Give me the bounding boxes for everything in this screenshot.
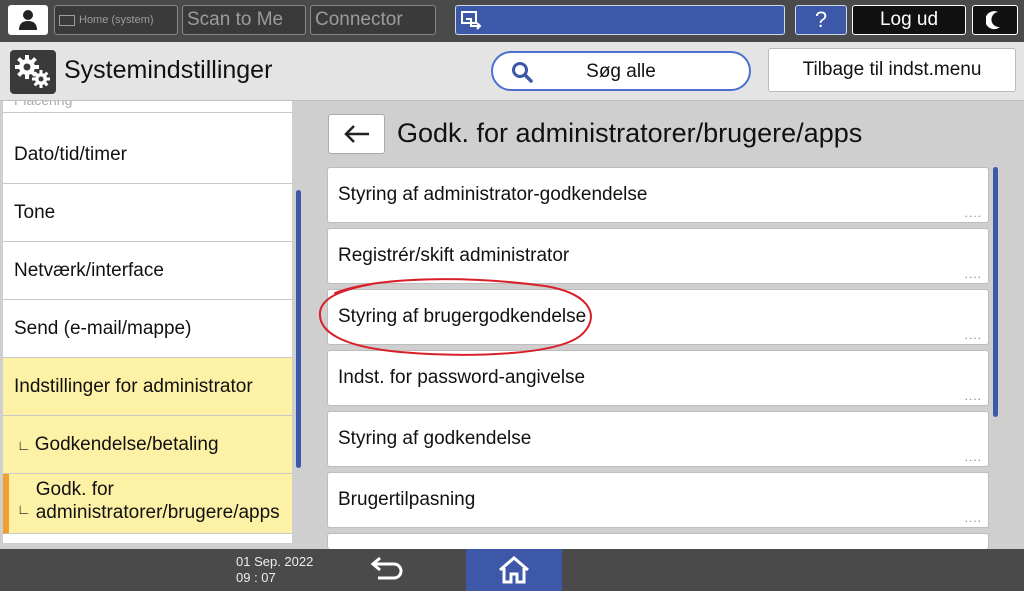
subitem-corner-icon: ∟ (17, 501, 31, 517)
more-indicator: .... (964, 450, 982, 464)
menu-item-password-entry-settings[interactable]: Indst. for password-angivelse .... (327, 350, 989, 406)
home-icon (499, 556, 529, 584)
connector-label: Connector (315, 9, 403, 30)
search-all-button[interactable]: Søg alle (491, 51, 751, 91)
scan-to-me-shortcut[interactable]: Scan to Me (182, 5, 306, 35)
sidebar-item-label: Godkendelse/betaling (34, 433, 219, 455)
sidebar-item-network[interactable]: Netværk/interface (3, 242, 292, 300)
screen-switch-icon (461, 11, 482, 30)
sidebar-item-placering[interactable]: Placering (3, 101, 292, 113)
menu-item-register-change-admin[interactable]: Registrér/skift administrator .... (327, 228, 989, 284)
more-indicator: .... (964, 267, 982, 281)
menu-item-user-customization[interactable]: Brugertilpasning .... (327, 472, 989, 528)
keyboard-icon (59, 14, 75, 26)
energy-saver-button[interactable] (972, 5, 1018, 35)
home-system-shortcut[interactable]: Home (system) (54, 5, 178, 35)
search-all-label: Søg alle (586, 61, 656, 82)
return-arrow-icon (370, 556, 403, 580)
user-button[interactable] (8, 5, 48, 35)
menu-item-label: Brugertilpasning (338, 489, 476, 510)
subitem-corner-icon: ∟ (17, 436, 31, 453)
current-time: 09 : 07 (236, 570, 276, 585)
more-indicator: .... (964, 389, 982, 403)
sidebar-item-admin-settings[interactable]: Indstillinger for administrator (3, 358, 292, 416)
moon-icon (986, 11, 1000, 30)
home-button[interactable] (466, 549, 562, 591)
home-system-label: Home (system) (79, 14, 154, 26)
arrow-left-icon (343, 125, 369, 143)
scan-to-me-label: Scan to Me (187, 9, 284, 30)
back-to-settings-menu-button[interactable]: Tilbage til indst.menu (768, 48, 1016, 92)
menu-item-admin-auth-management[interactable]: Styring af administrator-godkendelse ...… (327, 167, 989, 223)
header-bar: Systemindstillinger Søg alle Tilbage til… (0, 42, 1024, 101)
sidebar-item-auth-admins-users-apps[interactable]: ∟ Godk. for administratorer/brugere/apps (3, 474, 292, 534)
sidebar-item-authentication-payment[interactable]: ∟ Godkendelse/betaling (3, 416, 292, 474)
connector-shortcut[interactable]: Connector (310, 5, 436, 35)
main-list-scrollbar[interactable] (993, 167, 998, 417)
more-indicator: .... (964, 511, 982, 525)
sidebar-item-label: Godk. for administratorer/brugere/apps (35, 479, 280, 523)
sidebar-item-tone[interactable]: Tone (3, 184, 292, 242)
menu-item-label: Registrér/skift administrator (338, 245, 570, 266)
settings-sidebar: Placering Dato/tid/timer Tone Netværk/in… (3, 101, 292, 543)
sidebar-item-send[interactable]: Send (e-mail/mappe) (3, 300, 292, 358)
date-time-display: 01 Sep. 2022 09 : 07 (236, 554, 313, 586)
settings-gear-icon (10, 50, 56, 94)
more-indicator: .... (964, 328, 982, 342)
section-title: Godk. for administratorer/brugere/apps (397, 118, 863, 148)
logout-button[interactable]: Log ud (852, 5, 966, 35)
back-button[interactable] (328, 114, 385, 154)
menu-item-label: Styring af brugergodkendelse (338, 306, 587, 327)
bottom-bar: 01 Sep. 2022 09 : 07 (0, 549, 1024, 591)
menu-item-user-auth-management[interactable]: Styring af brugergodkendelse .... (327, 289, 989, 345)
top-bar: Home (system) Scan to Me Connector ? Log… (0, 0, 1024, 42)
screen-switch-button[interactable] (455, 5, 785, 35)
return-button[interactable] (364, 555, 412, 585)
more-indicator: .... (964, 206, 982, 220)
menu-item-partial[interactable] (327, 533, 989, 549)
menu-item-label: Indst. for password-angivelse (338, 367, 586, 388)
logout-label: Log ud (879, 9, 939, 30)
menu-item-label: Styring af administrator-godkendelse (338, 184, 648, 205)
user-icon (19, 10, 37, 30)
menu-item-label: Styring af godkendelse (338, 428, 532, 449)
current-date: 01 Sep. 2022 (236, 554, 314, 569)
help-button[interactable]: ? (795, 5, 847, 35)
menu-item-auth-management[interactable]: Styring af godkendelse .... (327, 411, 989, 467)
help-label: ? (814, 7, 828, 32)
page-title: Systemindstillinger (64, 56, 273, 84)
sidebar-scrollbar[interactable] (296, 190, 301, 468)
sidebar-item-date-time[interactable]: Dato/tid/timer (3, 126, 292, 184)
